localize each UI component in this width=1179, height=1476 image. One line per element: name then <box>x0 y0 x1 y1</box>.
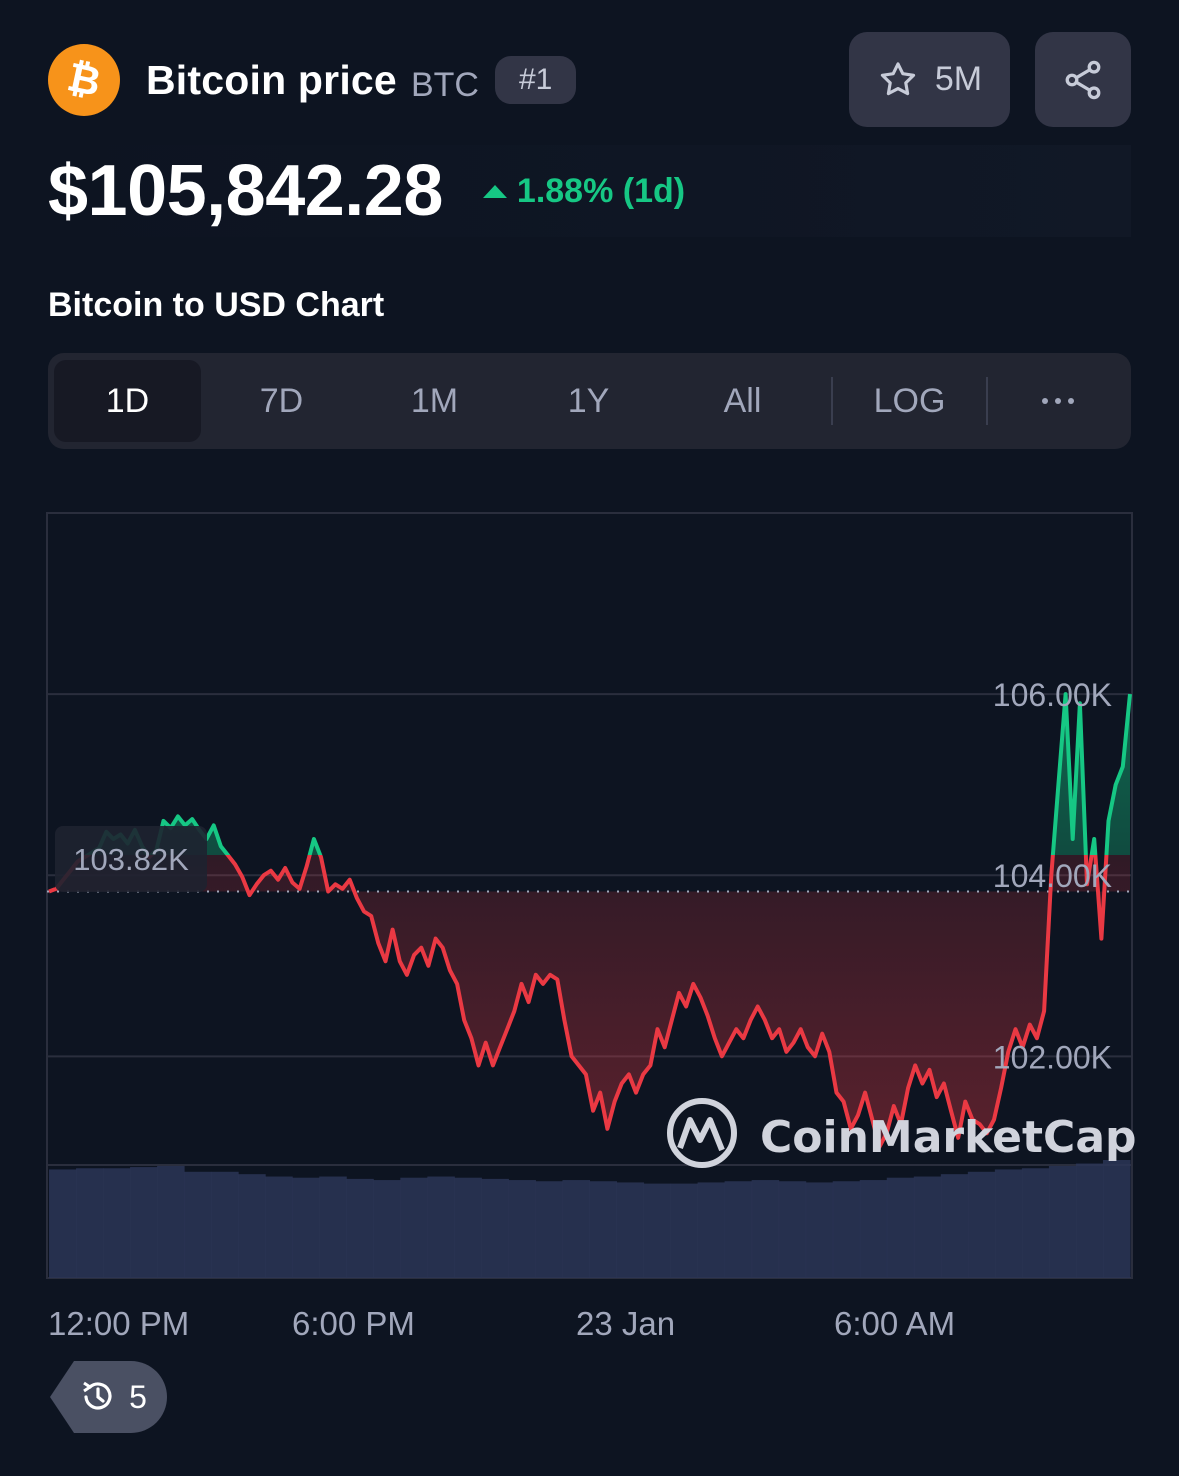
volume-bar <box>1048 1165 1077 1278</box>
volume-bar <box>1102 1160 1131 1278</box>
volume-bar <box>643 1183 672 1278</box>
volume-bar <box>832 1181 861 1278</box>
volume-bar <box>562 1180 590 1278</box>
volume-bar <box>535 1181 563 1278</box>
volume-bar <box>913 1176 942 1278</box>
volume-bar <box>697 1182 726 1278</box>
history-button[interactable]: 5 <box>50 1361 167 1433</box>
history-count: 5 <box>129 1379 147 1415</box>
volume-bar <box>292 1177 320 1278</box>
volume-bar <box>724 1181 753 1278</box>
price-areas <box>49 694 1130 1147</box>
volume-bar <box>211 1171 239 1278</box>
volume-bar <box>1021 1168 1050 1278</box>
volume-bar <box>238 1174 266 1278</box>
x-axis-label: 12:00 PM <box>48 1305 190 1342</box>
x-axis-label: 6:00 PM <box>292 1305 415 1342</box>
reference-price-badge: 103.82K <box>55 826 207 892</box>
volume-bar <box>886 1177 915 1278</box>
volume-bar <box>616 1182 645 1278</box>
volume-bar <box>346 1178 374 1278</box>
coinmarketcap-logo-mark <box>677 1117 725 1152</box>
volume-bar <box>805 1182 834 1278</box>
y-axis-label: 102.00K <box>993 1039 1112 1075</box>
volume-bar <box>967 1171 996 1278</box>
volume-bar <box>670 1183 699 1278</box>
volume-bar <box>319 1176 347 1278</box>
volume-bar <box>508 1180 536 1278</box>
y-axis-label: 104.00K <box>993 858 1112 894</box>
volume-bar <box>265 1176 293 1278</box>
volume-bars <box>49 1160 1131 1278</box>
x-axis-label: 23 Jan <box>576 1305 676 1342</box>
volume-bar <box>130 1167 158 1278</box>
price-chart[interactable]: 106.00K 104.00K 102.00K 103.82K CoinMarket… <box>0 0 1179 1300</box>
volume-bar <box>103 1168 131 1278</box>
volume-bar <box>157 1165 185 1278</box>
volume-bar <box>400 1177 428 1278</box>
volume-bar <box>454 1177 482 1278</box>
volume-bar <box>994 1169 1023 1278</box>
coinmarketcap-wordmark: CoinMarketCap <box>760 1112 1137 1163</box>
y-axis-label: 106.00K <box>993 677 1112 713</box>
volume-bar <box>481 1178 509 1278</box>
volume-bar <box>589 1181 618 1278</box>
volume-bar <box>427 1176 455 1278</box>
volume-bar <box>184 1171 212 1278</box>
volume-bar <box>373 1180 401 1278</box>
volume-bar <box>1075 1163 1104 1278</box>
volume-bar <box>49 1169 77 1278</box>
volume-bar <box>76 1168 104 1278</box>
reference-price-label: 103.82K <box>73 842 189 877</box>
volume-bar <box>940 1174 969 1278</box>
volume-bar <box>778 1181 807 1278</box>
volume-bar <box>751 1180 780 1278</box>
volume-bar <box>859 1180 888 1278</box>
price-area-down <box>49 855 1130 1147</box>
x-axis-label: 6:00 AM <box>834 1305 956 1342</box>
